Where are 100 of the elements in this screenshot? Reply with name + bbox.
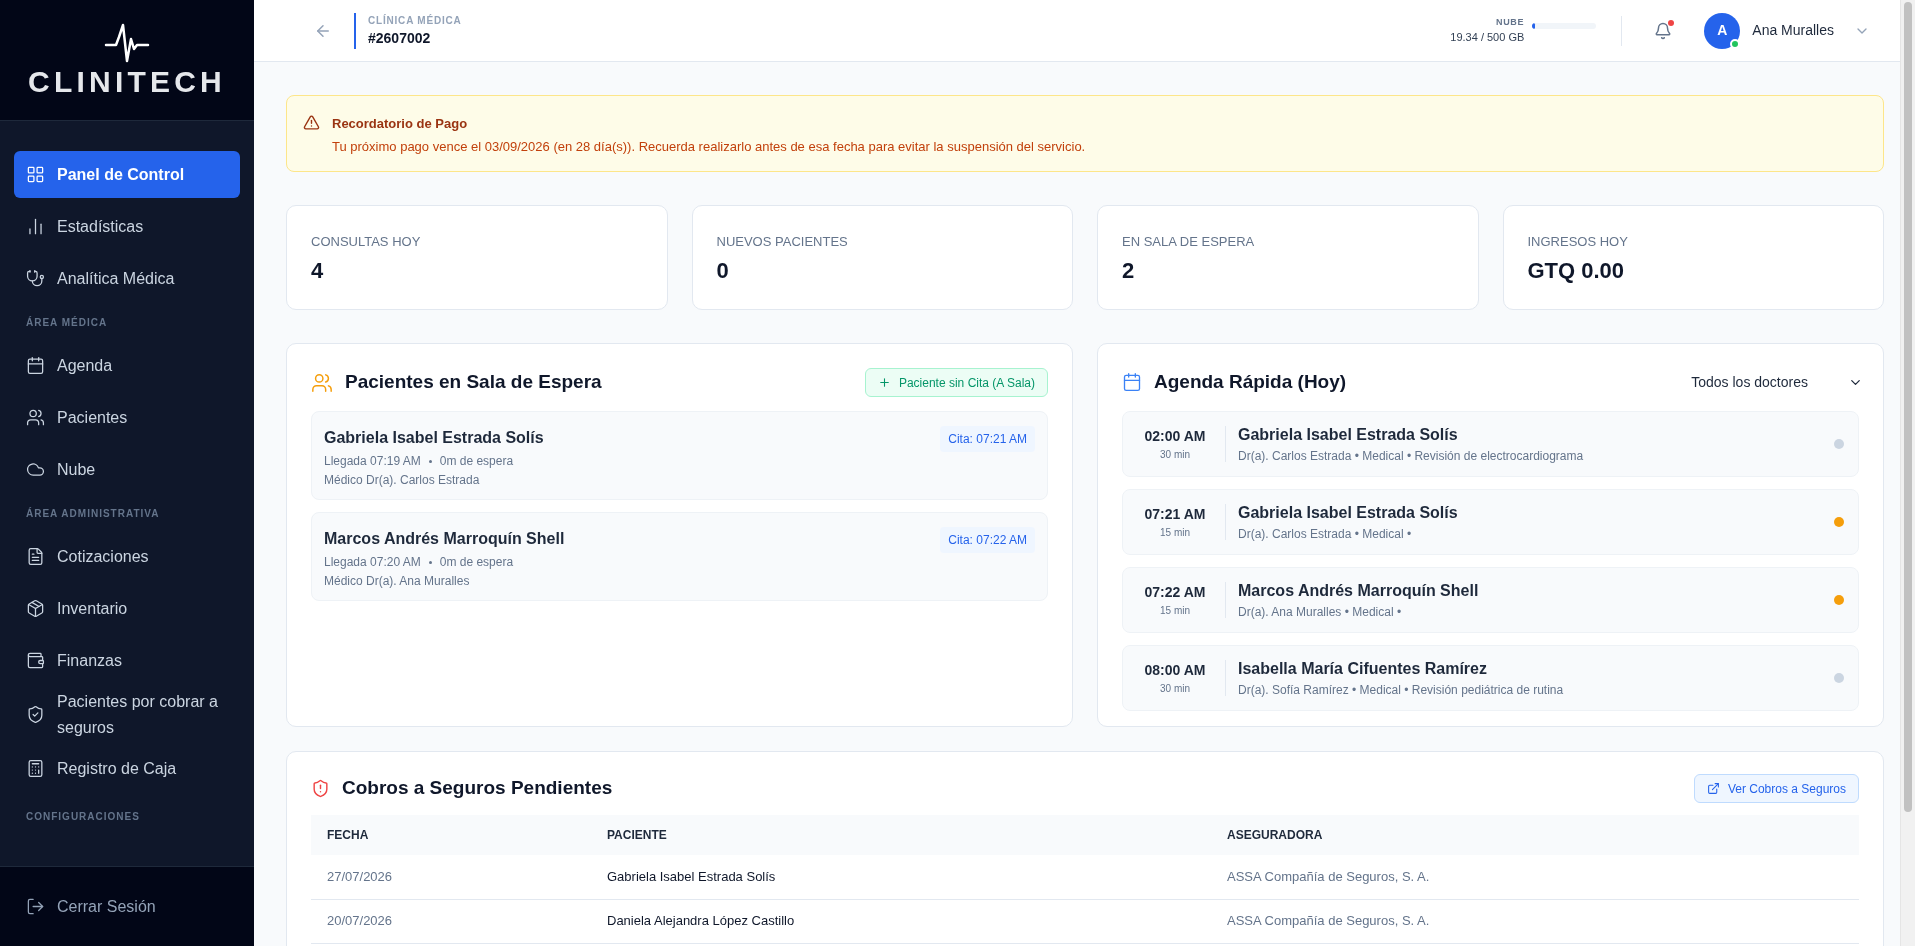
users-icon (311, 371, 333, 394)
appointment-time: 02:00 AM (1144, 426, 1206, 446)
shield-icon (26, 705, 45, 725)
bar-chart-icon (26, 217, 45, 236)
nav-item[interactable]: Cotizaciones (14, 533, 240, 580)
nav-item[interactable]: Nube (14, 446, 240, 493)
users-icon (26, 408, 45, 427)
alert-title: Recordatorio de Pago (332, 115, 469, 133)
appointment-duration: 30 min (1160, 447, 1190, 462)
heartbeat-icon (104, 23, 150, 63)
stat-value: 2 (1122, 256, 1136, 285)
appointment-duration: 30 min (1160, 681, 1190, 696)
warning-icon (303, 114, 320, 131)
appointment-tag: Cita: 07:22 AM (940, 527, 1035, 553)
external-link-icon (1706, 782, 1720, 795)
stat-label: NUEVOS PACIENTES (716, 233, 849, 251)
column-header: FECHA (311, 815, 591, 855)
nav-item[interactable]: Estadísticas (14, 203, 240, 250)
box-icon (26, 599, 45, 618)
patient-name: Marcos Andrés Marroquín Shell (324, 529, 565, 549)
appointment-details: Dr(a). Carlos Estrada • Medical • Revisión de electrocardiograma (1238, 447, 1585, 465)
panel-title: Agenda Rápida (Hoy) (1154, 370, 1347, 394)
appointment-details: Dr(a). Ana Muralles • Medical • (1238, 603, 1403, 621)
scrollbar-thumb[interactable] (1904, 2, 1912, 812)
table-cell: ASSA Compañía de Seguros, S. A. (1211, 899, 1859, 943)
nav-item[interactable]: Agenda (14, 342, 240, 389)
wait-time: 0m de espera (439, 453, 514, 470)
appointment-duration: 15 min (1160, 525, 1190, 540)
view-claims-button[interactable]: Ver Cobros a Seguros (1693, 774, 1859, 803)
appointment-card[interactable]: 07:22 AM 15 min Marcos Andrés Marroquín Shell Dr(a). Ana Muralles • Medical • (1122, 566, 1859, 633)
user-avatar[interactable]: A (1704, 12, 1741, 49)
appointment-card[interactable]: 02:00 AM 30 min Gabriela Isabel Estrada Solís Dr(a). Carlos Estrada • Medical • Revisión de electrocardiograma (1122, 410, 1859, 477)
appointment-tag: Cita: 07:21 AM (940, 426, 1035, 452)
table-cell: 27/07/2026 (311, 855, 591, 899)
patient-card[interactable]: Marcos Andrés Marroquín Shell Llegada 07:20 AM 0m de espera Médico Dr(a). Ana Muralles Cita: 07:22 AM (311, 512, 1048, 601)
arrival-time: Llegada 07:19 AM (324, 453, 421, 470)
patient-card[interactable]: Gabriela Isabel Estrada Solís Llegada 07:19 AM 0m de espera Médico Dr(a). Carlos Estrada Cita: 07:21 AM (311, 411, 1048, 500)
grid-icon (26, 165, 45, 184)
column-header: PACIENTE (591, 815, 1211, 855)
document-icon (26, 547, 45, 566)
bell-icon (1654, 21, 1673, 40)
table-cell: ASSA Compañía de Seguros, S. A. (1211, 855, 1859, 899)
patient-name: Gabriela Isabel Estrada Solís (1238, 502, 1459, 523)
wallet-icon (26, 651, 45, 670)
stethoscope-icon (26, 269, 45, 288)
user-name: Ana Muralles (1752, 21, 1834, 40)
nav-item[interactable]: Panel de Control (14, 151, 240, 198)
stat-label: INGRESOS HOY (1527, 233, 1629, 251)
panel-title: Pacientes en Sala de Espera (345, 370, 602, 395)
section-heading: ÁREA ADMINISTRATIVA (25, 506, 161, 521)
cloud-icon (26, 460, 45, 479)
appointment-duration: 15 min (1160, 603, 1190, 618)
logout-link[interactable]: Cerrar Sesión (26, 894, 156, 919)
appointment-details: Dr(a). Sofía Ramírez • Medical • Revisión pediátrica de rutina (1238, 681, 1565, 699)
add-walk-in-button[interactable]: Paciente sin Cita (A Sala) (864, 368, 1048, 397)
calculator-icon (26, 759, 45, 779)
stat-value: GTQ 0.00 (1527, 256, 1626, 285)
calendar-icon (26, 356, 45, 375)
table-cell: Daniela Alejandra López Castillo (591, 899, 1211, 943)
shield-alert-icon (311, 779, 330, 798)
column-header: ASEGURADORA (1211, 815, 1859, 855)
appointment-time: 07:21 AM (1144, 504, 1206, 524)
clinic-label: CLÍNICA MÉDICA (368, 13, 462, 28)
stat-value: 0 (716, 256, 730, 285)
patient-name: Isabella María Cifuentes Ramírez (1238, 658, 1488, 679)
alert-message: Tu próximo pago vence el 03/09/2026 (en 28 día(s)). Recuerda realizarlo antes de esa fecha para evitar la suspensión del servicio. (332, 137, 1086, 156)
nav-item[interactable]: Pacientes por cobrar a seguros (14, 689, 240, 741)
notifications-button[interactable] (1654, 21, 1673, 40)
section-heading: CONFIGURACIONES (25, 810, 141, 825)
doctor-name: Médico Dr(a). Ana Muralles (324, 573, 471, 590)
logo-text: CLINITECH (28, 67, 226, 97)
doctor-filter-dropdown[interactable]: Todos los doctores (1691, 371, 1863, 393)
clinic-id: #2607002 (368, 28, 432, 48)
stat-value: 4 (311, 256, 325, 285)
nav-item[interactable]: Inventario (14, 585, 240, 632)
plus-icon (877, 376, 891, 389)
appointment-details: Dr(a). Carlos Estrada • Medical • (1238, 525, 1413, 543)
patient-name: Gabriela Isabel Estrada Solís (1238, 424, 1459, 445)
patient-name: Marcos Andrés Marroquín Shell (1238, 580, 1480, 601)
storage-label: NUBE (1495, 15, 1525, 29)
section-heading: ÁREA MÉDICA (25, 315, 109, 330)
panel-title: Cobros a Seguros Pendientes (342, 776, 613, 801)
table-cell: Gabriela Isabel Estrada Solís (591, 855, 1211, 899)
table-cell: 20/07/2026 (311, 899, 591, 943)
appointment-time: 08:00 AM (1144, 660, 1206, 680)
stat-label: EN SALA DE ESPERA (1122, 233, 1256, 251)
nav-item[interactable]: Registro de Caja (14, 745, 240, 793)
stat-label: CONSULTAS HOY (311, 233, 422, 251)
nav-item[interactable]: Finanzas (14, 637, 240, 684)
arrival-time: Llegada 07:20 AM (324, 554, 421, 571)
patient-name: Gabriela Isabel Estrada Solís (324, 428, 544, 448)
appointment-card[interactable]: 07:21 AM 15 min Gabriela Isabel Estrada Solís Dr(a). Carlos Estrada • Medical • (1122, 488, 1859, 555)
doctor-name: Médico Dr(a). Carlos Estrada (324, 472, 481, 489)
nav-item[interactable]: Pacientes (14, 394, 240, 441)
wait-time: 0m de espera (439, 554, 514, 571)
storage-reading: 19.34 / 500 GB (1450, 30, 1525, 45)
appointment-card[interactable]: 08:00 AM 30 min Isabella María Cifuentes Ramírez Dr(a). Sofía Ramírez • Medical • Revisión pediátrica de rutina (1122, 644, 1859, 711)
nav-item[interactable]: Analítica Médica (14, 255, 240, 302)
appointment-time: 07:22 AM (1144, 582, 1206, 602)
logout-icon (26, 897, 45, 916)
